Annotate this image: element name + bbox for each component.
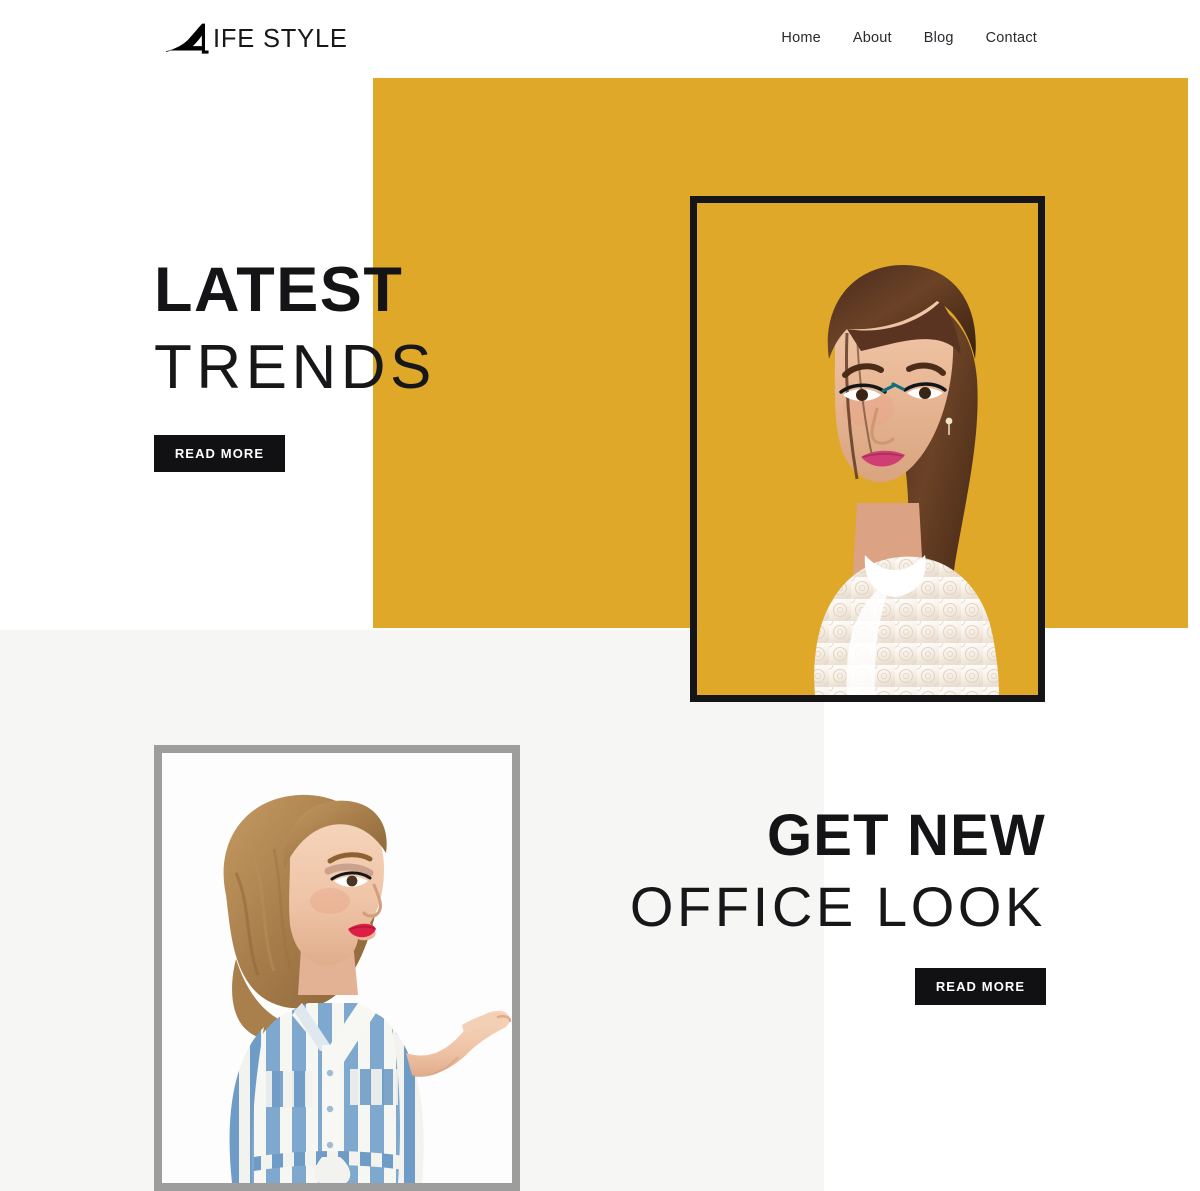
hero-read-more-button[interactable]: READ MORE: [154, 434, 285, 472]
hero-cta-wrap: READ MORE: [154, 434, 554, 472]
hero-headline-bold: LATEST: [154, 255, 404, 325]
brand-name: IFE STYLE: [213, 25, 348, 54]
section2-read-more-button[interactable]: READ MORE: [915, 967, 1046, 1005]
section2-copy: GET NEW OFFICE LOOK READ MORE: [626, 806, 1046, 1005]
office-look-section: GET NEW OFFICE LOOK READ MORE: [0, 628, 1200, 1191]
brand-logo[interactable]: IFE STYLE: [164, 19, 348, 59]
hero-section: LATEST TRENDS READ MORE: [0, 78, 1200, 702]
high-heel-shoe-icon: [165, 23, 209, 54]
nav-item-blog[interactable]: Blog: [923, 28, 955, 48]
section2-headline-bold: GET NEW: [766, 803, 1046, 868]
main-navigation: Home About Blog Contact: [780, 28, 1038, 48]
hero-copy: LATEST TRENDS READ MORE: [154, 258, 554, 472]
hero-headline-light: TRENDS: [154, 333, 436, 403]
section2-cta-wrap: READ MORE: [626, 967, 1046, 1005]
nav-item-contact[interactable]: Contact: [985, 28, 1038, 48]
nav-item-about[interactable]: About: [852, 28, 893, 48]
site-header: IFE STYLE Home About Blog Contact: [0, 0, 1200, 78]
section2-image-frame: [154, 745, 520, 1191]
nav-item-home[interactable]: Home: [780, 28, 821, 48]
section2-headline-light: OFFICE LOOK: [629, 875, 1046, 939]
hero-image-frame: [690, 196, 1045, 702]
hero-model-photo: [697, 203, 1038, 695]
section2-model-photo: [162, 753, 512, 1183]
landing-page: IFE STYLE Home About Blog Contact LATEST…: [0, 0, 1200, 1191]
